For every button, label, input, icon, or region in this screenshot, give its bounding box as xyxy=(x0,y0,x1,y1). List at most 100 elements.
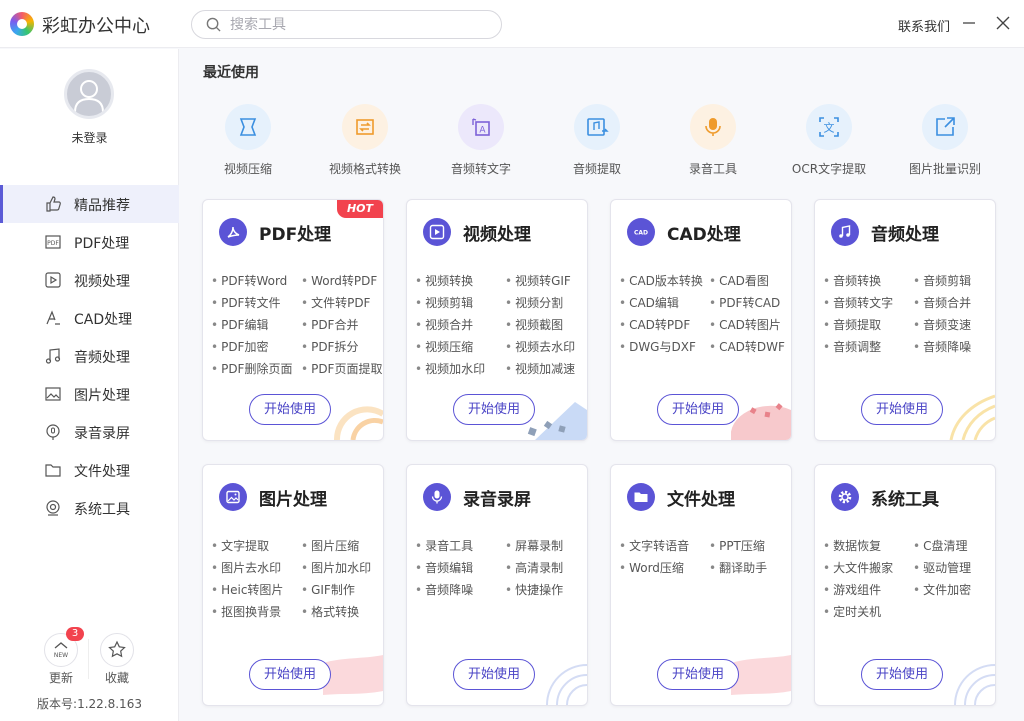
feature-link[interactable]: 大文件搬家 xyxy=(823,559,893,576)
recent-item-ocr[interactable]: 文 OCR文字提取 xyxy=(774,100,884,180)
feature-link[interactable]: 音频编辑 xyxy=(415,559,473,576)
start-button[interactable]: 开始使用 xyxy=(657,659,739,690)
login-status[interactable]: 未登录 xyxy=(0,129,179,146)
recent-item-video-compress[interactable]: 视频压缩 xyxy=(193,100,303,180)
close-icon[interactable] xyxy=(994,14,1012,32)
recent-item-batch-image[interactable]: 图片批量识别 xyxy=(890,100,1000,180)
feature-link[interactable]: 音频剪辑 xyxy=(913,272,971,289)
feature-link[interactable]: 视频加减速 xyxy=(505,360,575,377)
sidebar-item-system[interactable]: 系统工具 xyxy=(0,489,179,527)
feature-link[interactable]: 视频合并 xyxy=(415,316,473,333)
feature-link[interactable]: 音频变速 xyxy=(913,316,971,333)
start-button[interactable]: 开始使用 xyxy=(861,659,943,690)
feature-link[interactable]: PDF转文件 xyxy=(211,294,280,311)
feature-link[interactable]: PDF拆分 xyxy=(301,338,358,355)
search-box[interactable] xyxy=(191,10,502,39)
contact-us-link[interactable]: 联系我们 xyxy=(898,16,950,35)
feature-link[interactable]: PDF合并 xyxy=(301,316,358,333)
feature-link[interactable]: PDF转Word xyxy=(211,272,287,289)
sidebar-item-recording[interactable]: 录音录屏 xyxy=(0,413,179,451)
sidebar-item-pdf[interactable]: PDF PDF处理 xyxy=(0,223,179,261)
feature-link[interactable]: 音频提取 xyxy=(823,316,881,333)
feature-link[interactable]: PDF页面提取 xyxy=(301,360,382,377)
feature-link[interactable]: 抠图换背景 xyxy=(211,603,281,620)
feature-link[interactable]: 文件转PDF xyxy=(301,294,370,311)
feature-link[interactable]: 定时关机 xyxy=(823,603,881,620)
feature-link[interactable]: 录音工具 xyxy=(415,537,473,554)
start-button[interactable]: 开始使用 xyxy=(249,394,331,425)
feature-link[interactable]: 翻译助手 xyxy=(709,559,767,576)
feature-link[interactable]: 格式转换 xyxy=(301,603,359,620)
recent-item-recorder[interactable]: 录音工具 xyxy=(658,100,768,180)
sidebar-item-recommended[interactable]: 精品推荐 xyxy=(0,185,179,223)
feature-link[interactable]: Heic转图片 xyxy=(211,581,283,598)
image-card[interactable]: 图片处理 文字提取 图片压缩 图片去水印 图片加水印 Heic转图片 GIF制作… xyxy=(202,464,384,706)
feature-link[interactable]: 数据恢复 xyxy=(823,537,881,554)
feature-link[interactable]: Word转PDF xyxy=(301,272,377,289)
feature-link[interactable]: CAD版本转换 xyxy=(619,272,703,289)
start-button[interactable]: 开始使用 xyxy=(861,394,943,425)
feature-link[interactable]: CAD转PDF xyxy=(619,316,690,333)
feature-link[interactable]: 音频转文字 xyxy=(823,294,893,311)
recent-item-audio-extract[interactable]: 音频提取 xyxy=(542,100,652,180)
sidebar-item-audio[interactable]: 音频处理 xyxy=(0,337,179,375)
feature-link[interactable]: PPT压缩 xyxy=(709,537,765,554)
feature-link[interactable]: 视频转GIF xyxy=(505,272,571,289)
start-button[interactable]: 开始使用 xyxy=(657,394,739,425)
favorite-button[interactable] xyxy=(100,633,134,667)
feature-link[interactable]: 视频转换 xyxy=(415,272,473,289)
feature-link[interactable]: 文字提取 xyxy=(211,537,269,554)
feature-link[interactable]: 视频分割 xyxy=(505,294,563,311)
feature-link[interactable]: 图片压缩 xyxy=(301,537,359,554)
feature-link[interactable]: 音频转换 xyxy=(823,272,881,289)
feature-link[interactable]: Word压缩 xyxy=(619,559,684,576)
feature-link[interactable]: 文件加密 xyxy=(913,581,971,598)
feature-link[interactable]: DWG与DXF xyxy=(619,338,696,355)
feature-link[interactable]: PDF转CAD xyxy=(709,294,780,311)
feature-link[interactable]: PDF加密 xyxy=(211,338,268,355)
start-button[interactable]: 开始使用 xyxy=(453,394,535,425)
sidebar-item-image[interactable]: 图片处理 xyxy=(0,375,179,413)
recent-item-video-convert[interactable]: 视频格式转换 xyxy=(310,100,420,180)
minimize-icon[interactable] xyxy=(960,14,978,32)
feature-link[interactable]: 视频压缩 xyxy=(415,338,473,355)
feature-link[interactable]: 音频合并 xyxy=(913,294,971,311)
feature-link[interactable]: CAD看图 xyxy=(709,272,769,289)
feature-link[interactable]: 音频降噪 xyxy=(913,338,971,355)
feature-link[interactable]: 音频降噪 xyxy=(415,581,473,598)
feature-link[interactable]: PDF编辑 xyxy=(211,316,268,333)
feature-link[interactable]: C盘清理 xyxy=(913,537,967,554)
start-button[interactable]: 开始使用 xyxy=(453,659,535,690)
feature-link[interactable]: 高清录制 xyxy=(505,559,563,576)
video-card[interactable]: 视频处理 视频转换 视频转GIF 视频剪辑 视频分割 视频合并 视频截图 视频压… xyxy=(406,199,588,441)
start-button[interactable]: 开始使用 xyxy=(249,659,331,690)
feature-link[interactable]: PDF删除页面 xyxy=(211,360,292,377)
feature-link[interactable]: 屏幕录制 xyxy=(505,537,563,554)
feature-link[interactable]: 游戏组件 xyxy=(823,581,881,598)
system-tools-card[interactable]: 系统工具 数据恢复 C盘清理 大文件搬家 驱动管理 游戏组件 文件加密 定时关机… xyxy=(814,464,996,706)
feature-link[interactable]: 图片去水印 xyxy=(211,559,281,576)
feature-link[interactable]: 音频调整 xyxy=(823,338,881,355)
feature-link[interactable]: 视频截图 xyxy=(505,316,563,333)
feature-link[interactable]: 视频去水印 xyxy=(505,338,575,355)
feature-link[interactable]: 图片加水印 xyxy=(301,559,371,576)
pdf-card[interactable]: HOT PDF处理 PDF转Word Word转PDF PDF转文件 文件转PD… xyxy=(202,199,384,441)
search-input[interactable] xyxy=(230,15,490,35)
feature-link[interactable]: CAD转图片 xyxy=(709,316,781,333)
sidebar-item-files[interactable]: 文件处理 xyxy=(0,451,179,489)
feature-link[interactable]: 文字转语音 xyxy=(619,537,689,554)
cad-card[interactable]: CAD CAD处理 CAD版本转换 CAD看图 CAD编辑 PDF转CAD CA… xyxy=(610,199,792,441)
files-card[interactable]: 文件处理 文字转语音 PPT压缩 Word压缩 翻译助手 开始使用 xyxy=(610,464,792,706)
feature-link[interactable]: 快捷操作 xyxy=(505,581,563,598)
sidebar-item-cad[interactable]: CAD处理 xyxy=(0,299,179,337)
feature-link[interactable]: 视频剪辑 xyxy=(415,294,473,311)
recent-item-audio-to-text[interactable]: A 音频转文字 xyxy=(426,100,536,180)
sidebar-item-video[interactable]: 视频处理 xyxy=(0,261,179,299)
feature-link[interactable]: 驱动管理 xyxy=(913,559,971,576)
feature-link[interactable]: CAD编辑 xyxy=(619,294,679,311)
feature-link[interactable]: 视频加水印 xyxy=(415,360,485,377)
feature-link[interactable]: GIF制作 xyxy=(301,581,355,598)
feature-link[interactable]: CAD转DWF xyxy=(709,338,785,355)
audio-card[interactable]: 音频处理 音频转换 音频剪辑 音频转文字 音频合并 音频提取 音频变速 音频调整… xyxy=(814,199,996,441)
recording-card[interactable]: 录音录屏 录音工具 屏幕录制 音频编辑 高清录制 音频降噪 快捷操作 开始使用 xyxy=(406,464,588,706)
